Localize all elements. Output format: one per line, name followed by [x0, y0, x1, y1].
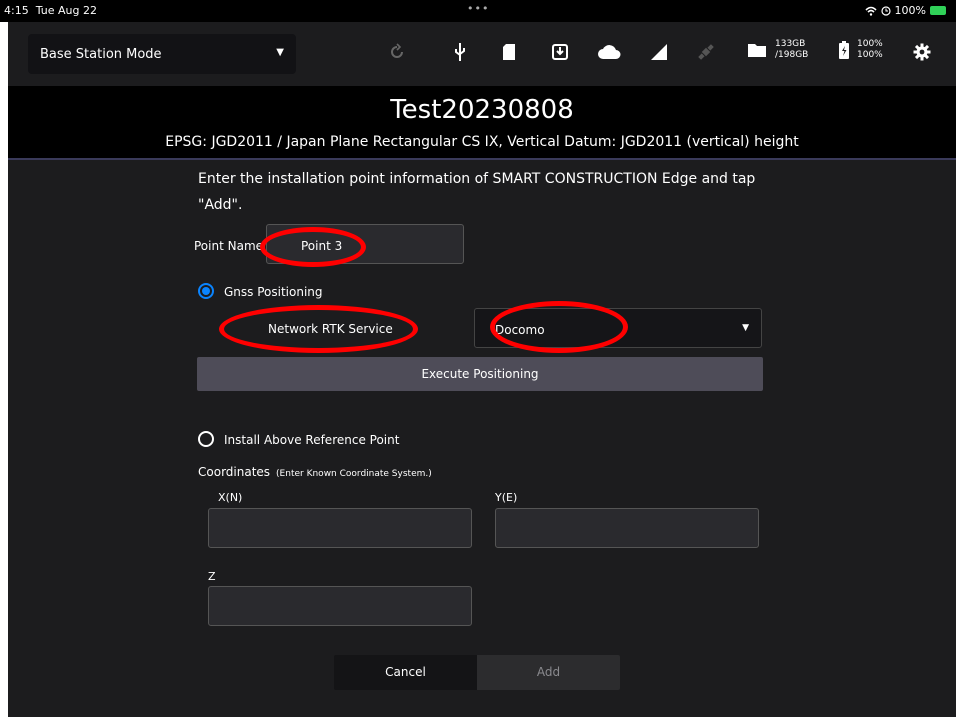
device-battery-icon [839, 41, 849, 59]
wifi-icon [864, 6, 877, 16]
gnss-radio[interactable] [198, 283, 214, 299]
gnss-option-label: Gnss Positioning [224, 285, 323, 299]
mode-select[interactable]: Base Station Mode ▼ [28, 34, 296, 74]
z-label: Z [208, 570, 216, 583]
annotation-oval-provider [490, 301, 628, 353]
status-bar: 4:15 Tue Aug 22 ••• 100% [0, 0, 956, 22]
point-name-label: Point Name [194, 239, 264, 253]
y-label: Y(E) [495, 491, 518, 504]
y-input[interactable] [495, 508, 759, 548]
install-reference-radio[interactable] [198, 431, 214, 447]
instruction-text: Enter the installation point information… [198, 171, 756, 213]
status-time: 4:15 Tue Aug 22 [4, 4, 97, 17]
dropdown-caret-icon: ▼ [276, 47, 284, 58]
download-icon[interactable] [550, 42, 570, 62]
x-input[interactable] [208, 508, 472, 548]
add-button[interactable]: Add [477, 655, 620, 690]
project-header: Test20230808 EPSG: JGD2011 / Japan Plane… [8, 86, 956, 160]
storage-indicator: 133GB/198GB [747, 39, 808, 61]
battery-charging-icon [930, 6, 946, 15]
battery-indicator: 100% 100% [839, 39, 883, 61]
page-title: Test20230808 [390, 95, 574, 125]
battery-percent: 100% [894, 4, 926, 17]
cancel-button[interactable]: Cancel [334, 655, 477, 690]
annotation-oval-network-rtk [219, 305, 418, 353]
satellite-icon[interactable] [696, 42, 716, 62]
execute-positioning-button[interactable]: Execute Positioning [197, 357, 763, 391]
app-window: Base Station Mode ▼ 133GB/198GB 100% 100… [8, 22, 956, 717]
install-option-label: Install Above Reference Point [224, 433, 400, 447]
dropdown-caret-icon: ▼ [742, 323, 749, 333]
cloud-icon[interactable] [597, 42, 621, 62]
coordinates-hint: (Enter Known Coordinate System.) [276, 469, 432, 479]
add-point-form: Enter the installation point information… [8, 160, 956, 717]
multitask-dots: ••• [467, 2, 490, 15]
folder-icon [748, 44, 766, 57]
z-input[interactable] [208, 586, 472, 626]
mode-select-label: Base Station Mode [40, 46, 162, 62]
usb-icon[interactable] [450, 42, 470, 62]
crs-subtitle: EPSG: JGD2011 / Japan Plane Rectangular … [165, 134, 799, 150]
battery-level-1: 100% [857, 39, 883, 49]
storage-used: 133GB [775, 39, 806, 49]
annotation-oval-point-name [260, 227, 366, 267]
x-label: X(N) [218, 491, 243, 504]
coordinates-heading: Coordinates (Enter Known Coordinate Syste… [198, 465, 432, 479]
signal-icon[interactable] [649, 42, 669, 62]
toolbar: Base Station Mode ▼ 133GB/198GB 100% 100… [8, 22, 956, 86]
sd-card-icon[interactable] [499, 42, 519, 62]
gear-icon[interactable] [912, 42, 932, 62]
battery-level-2: 100% [857, 50, 883, 60]
alarm-icon [880, 5, 891, 16]
sync-icon[interactable] [387, 42, 407, 62]
storage-total: /198GB [775, 50, 809, 60]
status-indicators: 100% [864, 4, 946, 17]
